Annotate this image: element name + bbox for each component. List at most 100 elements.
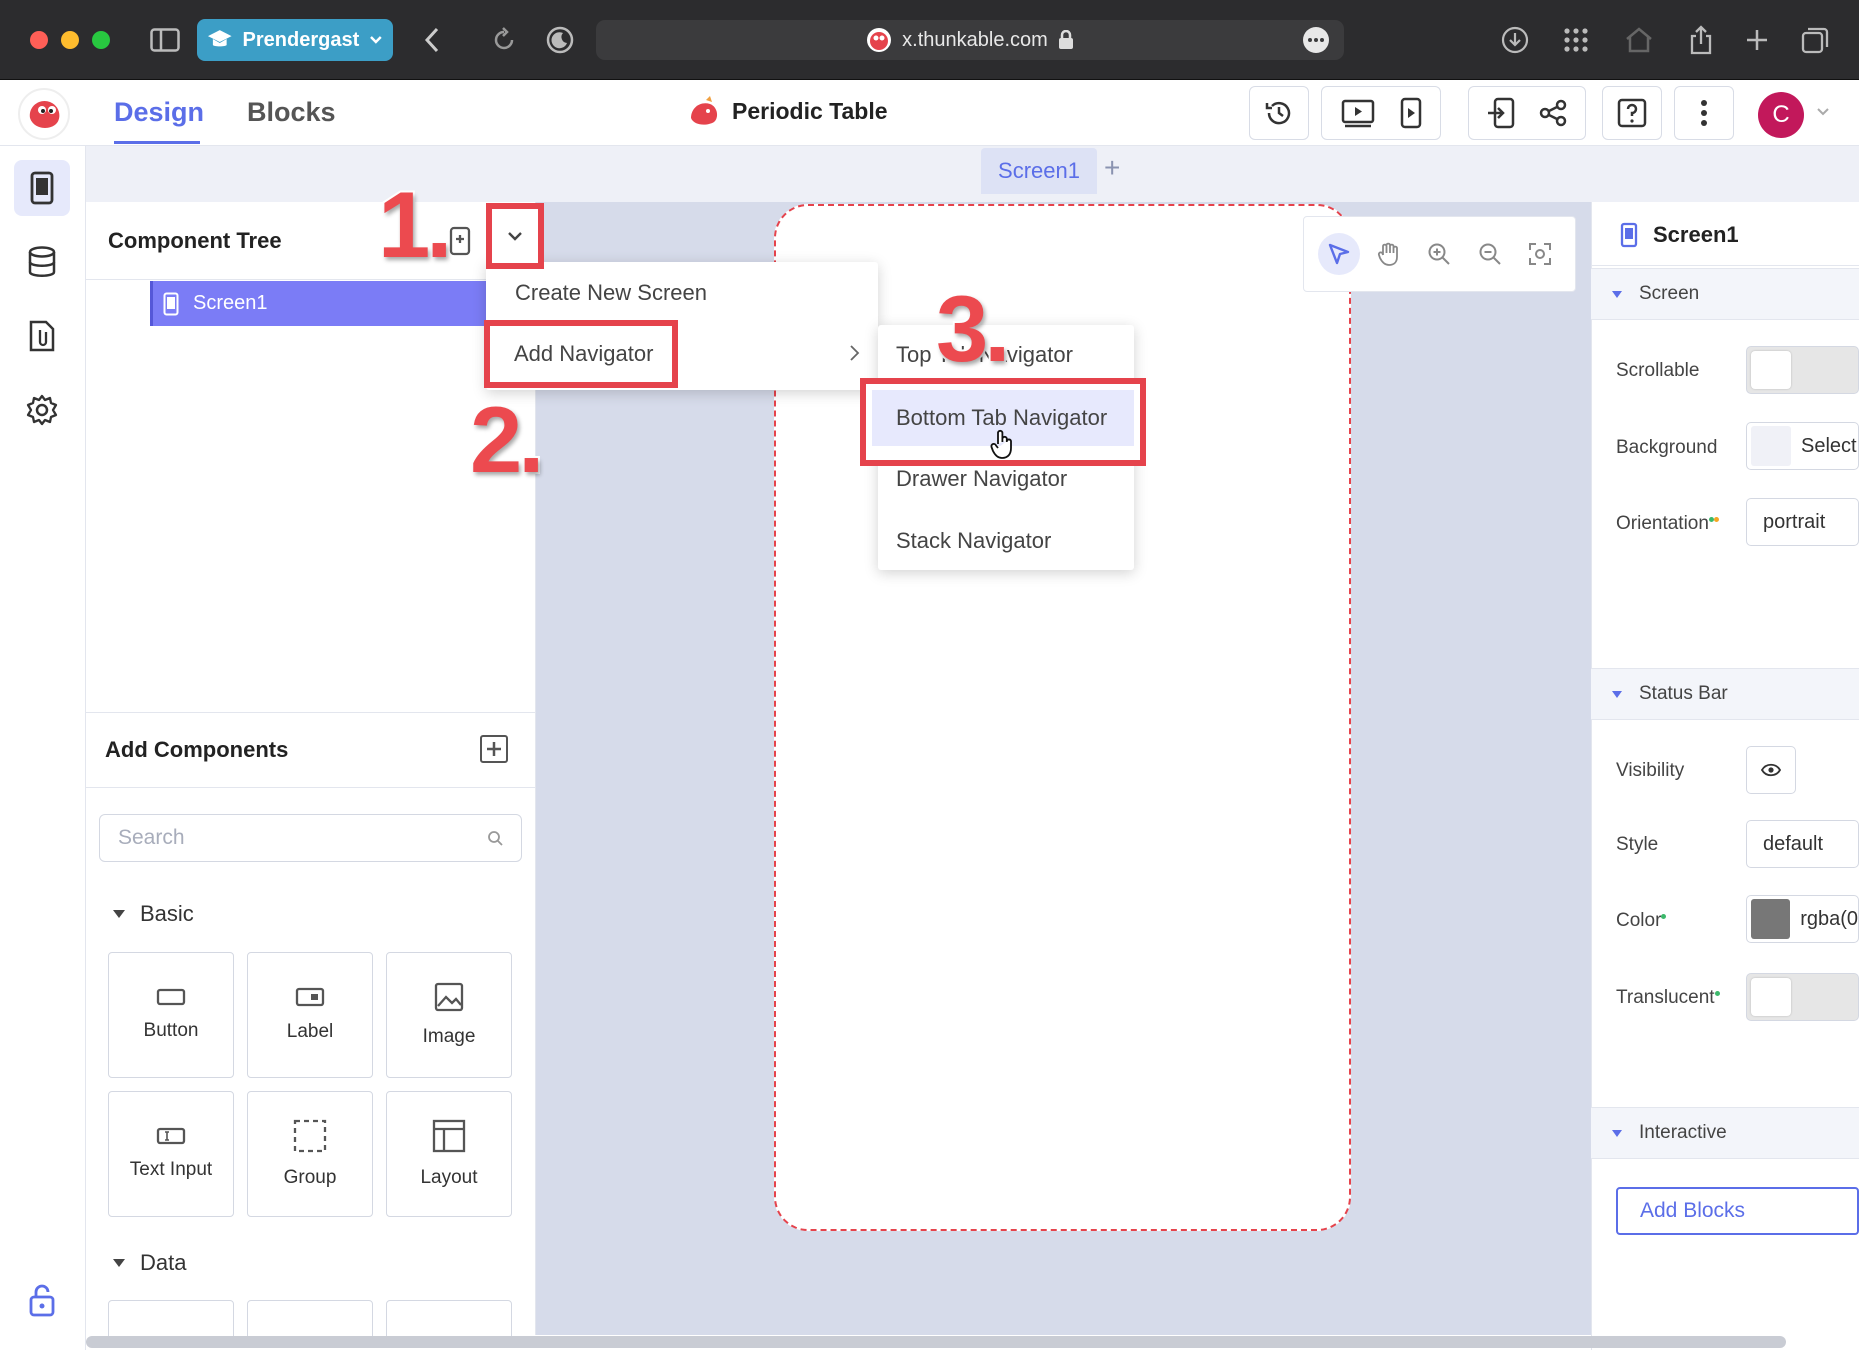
section-basic[interactable]: Basic [112,901,194,927]
component-image-label: Image [422,1026,476,1047]
section-screen[interactable]: Screen [1591,268,1859,320]
history-icon [1265,101,1291,125]
export-icon[interactable] [1486,97,1516,129]
rail-screens-button[interactable] [14,160,70,216]
orientation-select[interactable]: portrait [1746,498,1859,546]
thunkable-logo[interactable] [18,88,70,140]
window-minimize-button[interactable] [61,31,79,49]
color-swatch [1751,899,1791,939]
unlock-icon [29,1284,55,1317]
component-image[interactable]: Image [386,952,512,1078]
component-layout[interactable]: Layout [386,1091,512,1217]
style-select[interactable]: default [1746,820,1859,868]
rail-assets-button[interactable] [14,308,70,364]
add-screen-tab-button[interactable]: + [1104,152,1120,184]
profile-name: Prendergast [242,28,360,51]
rail-unlock-button[interactable] [14,1272,70,1328]
component-search-input[interactable]: Search [99,814,522,862]
new-tab-icon[interactable] [1739,22,1775,58]
url-text: x.thunkable.com [902,28,1048,51]
submenu-item-drawer-navigator[interactable]: Drawer Navigator [896,466,1067,492]
home-icon[interactable] [1621,22,1657,58]
graduation-cap-icon [207,30,232,47]
caret-down-icon [113,1259,125,1267]
component-data-item[interactable] [247,1300,373,1340]
component-text-input[interactable]: Text Input [108,1091,234,1217]
grid-icon[interactable] [1558,22,1594,58]
color-picker[interactable]: rgba(0 [1746,895,1859,943]
help-button[interactable] [1602,86,1662,140]
screen-tab-screen1[interactable]: Screen1 [981,148,1097,194]
component-label-label: Label [286,1021,334,1042]
menu-item-add-navigator[interactable]: Add Navigator [484,320,678,388]
download-icon[interactable] [1497,22,1533,58]
tab-blocks[interactable]: Blocks [247,97,336,128]
fit-tool[interactable] [1519,233,1561,275]
section-data[interactable]: Data [112,1250,186,1276]
chevron-down-icon[interactable] [1816,107,1830,117]
history-button[interactable] [1249,86,1309,140]
section-interactive[interactable]: Interactive [1591,1107,1859,1159]
component-tree-dropdown-button[interactable] [486,203,544,269]
add-screen-icon[interactable] [448,226,474,256]
add-blocks-button[interactable]: Add Blocks [1616,1187,1859,1235]
caret-down-icon [1612,1129,1622,1137]
visibility-label: Visibility [1616,760,1685,781]
avatar[interactable]: C [1758,92,1804,138]
component-group[interactable]: Group [247,1091,373,1217]
lock-icon [1058,30,1073,49]
rail-settings-button[interactable] [14,382,70,438]
component-layout-label: Layout [420,1167,478,1188]
pointer-tool[interactable] [1318,233,1361,275]
address-bar[interactable]: x.thunkable.com [596,20,1344,60]
component-button-label: Button [143,1020,199,1041]
orientation-label-text: Orientation [1616,513,1709,534]
help-icon [1617,98,1647,128]
window-zoom-button[interactable] [92,31,110,49]
step-1-annotation: 1. [376,172,454,277]
background-picker[interactable]: Select [1746,422,1859,470]
rail-data-button[interactable] [14,234,70,290]
window-close-button[interactable] [30,31,48,49]
add-component-button[interactable] [480,735,508,763]
zoom-out-tool[interactable] [1469,233,1511,275]
color-label-text: Color [1616,910,1662,931]
component-button[interactable]: Button [108,952,234,1078]
visibility-toggle[interactable] [1746,746,1796,794]
profile-pill[interactable]: Prendergast [197,19,393,61]
menu-item-create-new-screen[interactable]: Create New Screen [515,280,707,306]
tabs-icon[interactable] [1797,22,1833,58]
translucent-toggle[interactable] [1746,973,1859,1021]
caret-down-icon [113,910,125,918]
share-icon[interactable] [1683,22,1719,58]
more-options-button[interactable] [1674,86,1734,140]
background-label: Background [1616,437,1718,458]
tree-item-screen1[interactable]: Screen1 [150,281,540,326]
component-data-item[interactable] [108,1300,234,1340]
hand-icon [1378,242,1399,266]
phone-preview-icon[interactable] [1400,97,1422,129]
tree-item-label: Screen1 [193,292,268,314]
component-label[interactable]: Label [247,952,373,1078]
component-data-item[interactable] [386,1300,512,1340]
layout-icon [432,1119,466,1153]
scrollable-toggle[interactable] [1746,346,1859,394]
tab-design[interactable]: Design [114,97,204,128]
reload-icon[interactable] [486,22,522,58]
share-network-icon[interactable] [1538,98,1568,128]
component-group-label: Group [283,1167,337,1188]
style-value: default [1763,832,1824,855]
moon-icon[interactable] [542,22,578,58]
preview-icon[interactable] [1341,98,1375,128]
zoom-in-tool[interactable] [1418,233,1460,275]
horizontal-scrollbar[interactable] [86,1336,1786,1348]
more-icon[interactable] [1298,22,1334,58]
phone-icon [1620,222,1638,248]
gear-icon [26,394,58,426]
color-swatch [1751,426,1791,466]
pan-tool[interactable] [1368,233,1410,275]
sidebar-icon[interactable] [147,22,183,58]
back-icon[interactable] [414,22,450,58]
section-status-bar[interactable]: Status Bar [1591,668,1859,720]
submenu-item-stack-navigator[interactable]: Stack Navigator [896,528,1051,554]
